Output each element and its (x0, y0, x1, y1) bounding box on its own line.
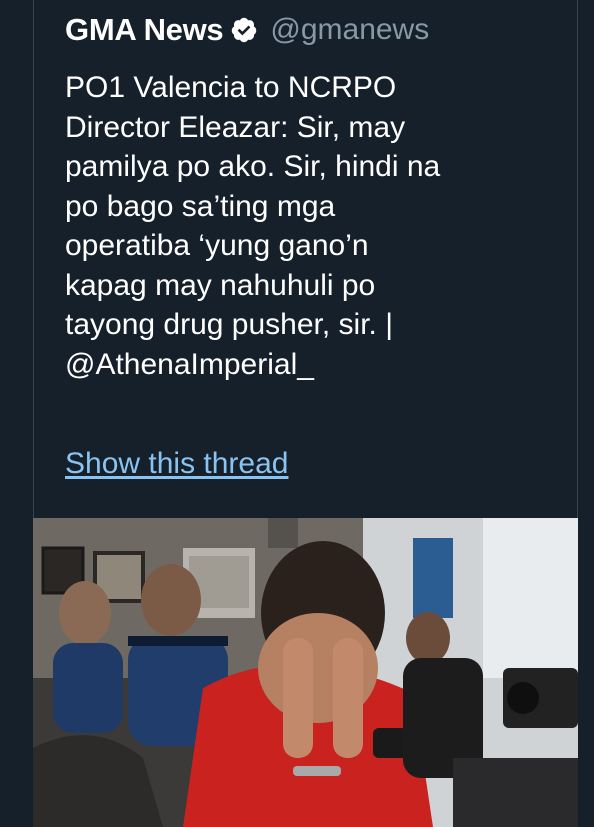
photo-illustration (33, 518, 578, 827)
tweet-header: GMA News @gmanews (65, 10, 429, 50)
author-name[interactable]: GMA News (65, 12, 224, 48)
show-thread-link[interactable]: Show this thread (65, 447, 288, 481)
verified-badge-icon (232, 17, 257, 43)
tweet-photo[interactable] (33, 518, 578, 827)
tweet-text: PO1 Valencia to NCRPO Director Eleazar: … (65, 71, 441, 381)
author-handle[interactable]: @gmanews (270, 13, 429, 47)
